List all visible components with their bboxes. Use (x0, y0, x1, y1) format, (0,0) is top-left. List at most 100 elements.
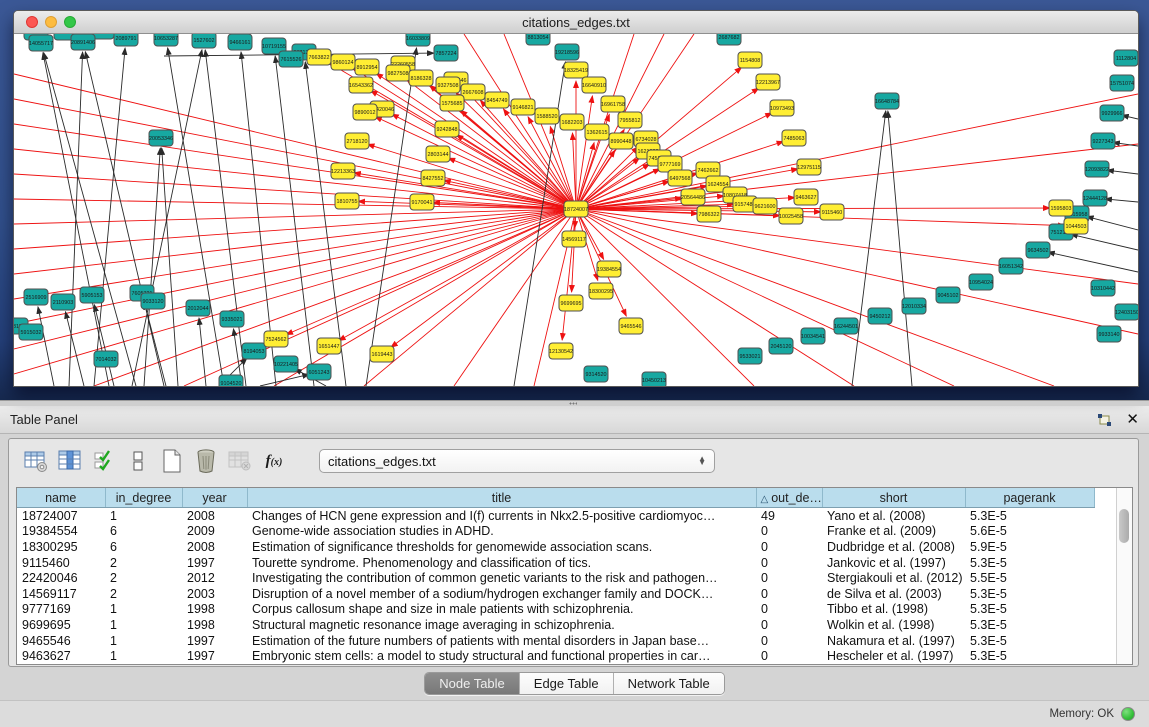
cell-out_degree[interactable]: 0 (756, 555, 822, 571)
graph-node[interactable]: 6051243 (307, 364, 331, 380)
cell-title[interactable]: Disruption of a novel member of a sodium… (247, 586, 756, 602)
column-header-short[interactable]: short (822, 488, 965, 508)
cell-in_degree[interactable]: 2 (105, 570, 182, 586)
network-canvas[interactable]: 1883104206913210032171405571720891406208… (14, 34, 1138, 386)
graph-edge[interactable] (14, 209, 576, 249)
cell-in_degree[interactable]: 1 (105, 633, 182, 649)
graph-node[interactable]: 9929966 (1100, 105, 1124, 121)
graph-node[interactable]: 9463627 (794, 189, 818, 205)
graph-node[interactable]: 9933140 (1097, 326, 1121, 342)
graph-node[interactable]: 1619443 (370, 346, 394, 362)
graph-node[interactable]: 9327508 (436, 77, 460, 93)
table-row[interactable]: 2242004622012Investigating the contribut… (17, 570, 1094, 586)
graph-node[interactable]: 9146821 (511, 99, 535, 115)
graph-node[interactable]: 19218596 (555, 44, 579, 60)
graph-node[interactable]: 20053346 (149, 130, 173, 146)
table-row[interactable]: 946554611997Estimation of the future num… (17, 633, 1094, 649)
cell-year[interactable]: 1997 (182, 648, 247, 664)
graph-node[interactable]: 8454749 (485, 92, 509, 108)
column-header-name[interactable]: name (17, 488, 105, 508)
cell-name[interactable]: 14569117 (17, 586, 105, 602)
graph-node[interactable]: 1527602 (192, 34, 216, 48)
column-header-in_degree[interactable]: in_degree (105, 488, 182, 508)
graph-node[interactable]: 2803144 (426, 146, 450, 162)
graph-node[interactable]: 9115460 (820, 204, 844, 220)
panel-splitter[interactable] (0, 400, 1149, 406)
citation-network-graph[interactable]: 1883104206913210032171405571720891406208… (14, 34, 1138, 386)
cell-title[interactable]: Genome-wide association studies in ADHD. (247, 524, 756, 540)
graph-node[interactable]: 9827508 (386, 65, 410, 81)
cell-pagerank[interactable]: 5.3E-5 (965, 617, 1094, 633)
cell-short[interactable]: Hescheler et al. (1997) (822, 648, 965, 664)
graph-edge[interactable] (144, 303, 166, 386)
graph-node[interactable]: 10450213 (642, 372, 666, 386)
graph-node[interactable]: 7014032 (94, 351, 118, 367)
cell-title[interactable]: Changes of HCN gene expression and I(f) … (247, 508, 756, 524)
graph-edge[interactable] (576, 209, 954, 386)
graph-node[interactable]: 9860124 (331, 54, 355, 70)
cell-pagerank[interactable]: 5.3E-5 (965, 602, 1094, 618)
graph-node[interactable]: 19384554 (597, 261, 621, 277)
cell-year[interactable]: 2003 (182, 586, 247, 602)
cell-short[interactable]: Jankovic et al. (1997) (822, 555, 965, 571)
graph-edge[interactable] (94, 48, 125, 386)
graph-node[interactable]: 2687682 (717, 34, 741, 45)
new-table-icon[interactable] (157, 446, 187, 476)
graph-edge[interactable] (576, 209, 1054, 386)
function-builder-icon[interactable]: f(x) (259, 446, 289, 476)
graph-node[interactable]: 1362615 (585, 124, 609, 140)
graph-edge[interactable] (14, 99, 576, 209)
graph-node[interactable]: 8194053 (242, 343, 266, 359)
graph-node[interactable]: 10034541 (801, 328, 825, 344)
graph-node[interactable]: 12010334 (902, 298, 926, 314)
cell-title[interactable]: Corpus callosum shape and size in male p… (247, 602, 756, 618)
graph-node[interactable]: 1575685 (440, 95, 464, 111)
graph-node[interactable]: 10653287 (154, 34, 178, 46)
cell-name[interactable]: 18724007 (17, 508, 105, 524)
graph-node[interactable]: 9227343 (1091, 133, 1115, 149)
cell-pagerank[interactable]: 5.9E-5 (965, 539, 1094, 555)
graph-node[interactable]: 14055717 (29, 35, 53, 51)
graph-edge[interactable] (1105, 199, 1138, 202)
graph-node[interactable]: 2667608 (461, 84, 485, 100)
graph-edge[interactable] (199, 318, 206, 386)
cell-in_degree[interactable]: 1 (105, 648, 182, 664)
graph-node[interactable]: 16033809 (406, 34, 430, 46)
graph-edge[interactable] (366, 48, 417, 386)
graph-node[interactable]: 10973493 (770, 100, 794, 116)
table-vertical-scrollbar[interactable] (1116, 488, 1132, 664)
graph-node[interactable]: 9033120 (141, 293, 165, 309)
graph-node[interactable]: 7857224 (434, 45, 458, 61)
graph-node[interactable]: 15751074 (1110, 75, 1134, 91)
cell-name[interactable]: 9699695 (17, 617, 105, 633)
graph-edge[interactable] (44, 53, 136, 386)
graph-node[interactable]: 7986322 (697, 206, 721, 222)
window-titlebar[interactable]: citations_edges.txt (14, 11, 1138, 34)
graph-node[interactable]: 9465546 (619, 318, 643, 334)
cell-out_degree[interactable]: 0 (756, 648, 822, 664)
cell-out_degree[interactable]: 49 (756, 508, 822, 524)
cell-name[interactable]: 18300295 (17, 539, 105, 555)
graph-node[interactable]: 7663822 (307, 49, 331, 65)
graph-node[interactable]: 1682203 (560, 114, 584, 130)
column-header-pagerank[interactable]: pagerank (965, 488, 1094, 508)
cell-year[interactable]: 2008 (182, 508, 247, 524)
graph-node[interactable]: 9314520 (584, 366, 608, 382)
cell-short[interactable]: Wolkin et al. (1998) (822, 617, 965, 633)
delete-table-icon[interactable] (191, 446, 221, 476)
graph-node[interactable]: 9699695 (559, 295, 583, 311)
cell-name[interactable]: 9115460 (17, 555, 105, 571)
cell-in_degree[interactable]: 1 (105, 602, 182, 618)
graph-edge[interactable] (368, 144, 576, 209)
graph-node[interactable]: 10221405 (274, 356, 298, 372)
graph-node[interactable]: 9634502 (1026, 242, 1050, 258)
cell-pagerank[interactable]: 5.3E-5 (965, 555, 1094, 571)
cell-name[interactable]: 9463627 (17, 648, 105, 664)
graph-node[interactable]: 18724007 (564, 201, 588, 217)
cell-pagerank[interactable]: 5.3E-5 (965, 586, 1094, 602)
float-panel-icon[interactable] (1097, 413, 1112, 427)
graph-node[interactable]: 20564486 (681, 189, 705, 205)
cell-title[interactable]: Structural magnetic resonance image aver… (247, 617, 756, 633)
close-panel-icon[interactable]: ✕ (1126, 412, 1139, 427)
graph-node[interactable]: 8813054 (526, 34, 550, 45)
